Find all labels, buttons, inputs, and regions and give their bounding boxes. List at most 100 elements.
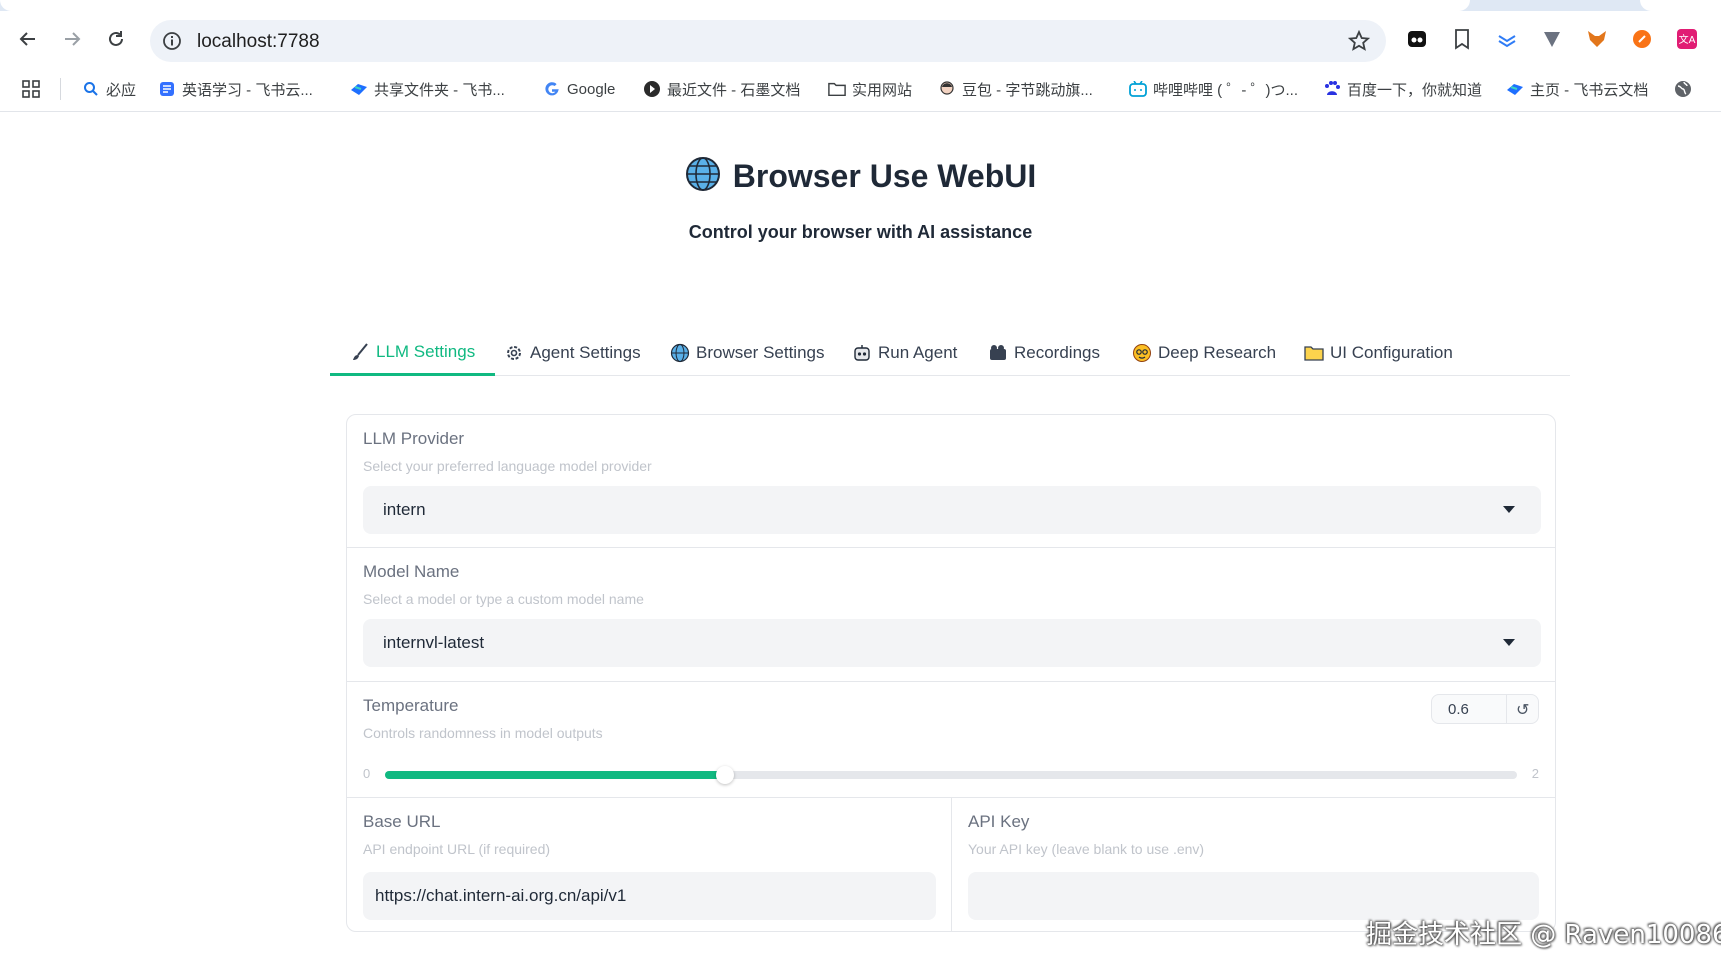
tab-label: Run Agent bbox=[878, 343, 958, 362]
bookmark-label: 必应 bbox=[106, 81, 137, 99]
bookmark-item[interactable]: 百度一下，你就知道 bbox=[1323, 77, 1482, 101]
bookmark-icon[interactable] bbox=[1450, 27, 1474, 51]
base-url-label: Base URL bbox=[363, 812, 441, 831]
gear-icon bbox=[504, 343, 524, 363]
api-key-input[interactable] bbox=[968, 872, 1539, 920]
bookmark-label: 豆包 - 字节跳动旗... bbox=[962, 81, 1093, 99]
bookmark-item[interactable]: 实用网站 bbox=[828, 77, 912, 101]
extension-layers-icon[interactable] bbox=[1495, 27, 1519, 51]
browser-tab[interactable] bbox=[1640, 0, 1721, 11]
bookmark-overflow[interactable] bbox=[1674, 77, 1692, 101]
tab-browser-settings[interactable]: Browser Settings bbox=[650, 330, 845, 376]
model-name-dropdown[interactable]: internvl-latest bbox=[363, 619, 1541, 667]
nerd-face-icon bbox=[1132, 343, 1152, 363]
llm-provider-label: LLM Provider bbox=[363, 429, 465, 448]
base-url-description: API endpoint URL (if required) bbox=[363, 841, 551, 857]
model-name-block: Model Name Select a model or type a cust… bbox=[347, 548, 1555, 682]
tab-agent-settings[interactable]: Agent Settings bbox=[484, 330, 661, 376]
feishu-icon bbox=[350, 80, 368, 98]
temperature-description: Controls randomness in model outputs bbox=[363, 725, 603, 741]
slider-max-label: 2 bbox=[1531, 766, 1539, 781]
arrow-right-icon bbox=[65, 32, 81, 46]
api-key-description: Your API key (leave blank to use .env) bbox=[968, 841, 1205, 857]
model-name-value: internvl-latest bbox=[383, 633, 485, 652]
bookmark-item[interactable]: 哔哩哔哩 ( ゜- ゜)つ... bbox=[1129, 77, 1298, 101]
star-icon[interactable] bbox=[1347, 29, 1371, 57]
tab-run-agent[interactable]: Run Agent bbox=[832, 330, 977, 376]
apps-button[interactable] bbox=[22, 77, 40, 101]
slider-thumb[interactable] bbox=[716, 766, 734, 784]
tab-deep-research[interactable]: Deep Research bbox=[1112, 330, 1296, 376]
temperature-slider[interactable] bbox=[385, 766, 1517, 784]
bookmark-item[interactable]: 最近文件 - 石墨文档 bbox=[643, 77, 800, 101]
svg-text:文A: 文A bbox=[1679, 33, 1696, 46]
tab-recordings[interactable]: Recordings bbox=[968, 330, 1120, 376]
arrow-left-icon bbox=[19, 32, 35, 46]
tab-label: Browser Settings bbox=[696, 343, 825, 362]
bookmark-item[interactable]: Google bbox=[543, 77, 615, 101]
bookmarks-bar: 必应 英语学习 - 飞书云... 共享文件夹 - 飞书... Google 最近… bbox=[0, 67, 1721, 112]
temperature-number-input[interactable]: 0.6 ↺ bbox=[1431, 694, 1539, 724]
bookmark-item[interactable]: 主页 - 飞书云文档 bbox=[1506, 77, 1648, 101]
search-icon bbox=[82, 80, 100, 98]
extension-translate-icon[interactable]: 文A bbox=[1675, 27, 1699, 51]
slider-min-label: 0 bbox=[363, 766, 371, 781]
shimo-icon bbox=[643, 80, 661, 98]
bookmark-label: 主页 - 飞书云文档 bbox=[1530, 81, 1649, 99]
bookmark-label: 英语学习 - 飞书云... bbox=[182, 81, 313, 99]
baidu-icon bbox=[1323, 80, 1341, 98]
tab-label: LLM Settings bbox=[376, 341, 476, 361]
feishu-icon bbox=[1506, 80, 1524, 98]
reset-icon[interactable]: ↺ bbox=[1516, 700, 1529, 720]
bookmark-item[interactable]: 英语学习 - 飞书云... bbox=[158, 77, 313, 101]
llm-provider-description: Select your preferred language model pro… bbox=[363, 458, 652, 474]
llm-provider-dropdown[interactable]: intern bbox=[363, 486, 1541, 534]
address-bar[interactable]: localhost:7788 bbox=[150, 20, 1386, 62]
bookmark-label: 百度一下，你就知道 bbox=[1347, 81, 1483, 99]
temperature-label: Temperature bbox=[363, 696, 459, 715]
endpoint-block: Base URL API endpoint URL (if required) … bbox=[347, 798, 1555, 932]
llm-provider-block: LLM Provider Select your preferred langu… bbox=[347, 415, 1555, 548]
bookmark-item[interactable]: 豆包 - 字节跳动旗... bbox=[938, 77, 1093, 101]
reload-icon bbox=[109, 31, 123, 46]
browser-toolbar: localhost:7788 文A bbox=[0, 11, 1721, 67]
bookmark-label: 最近文件 - 石墨文档 bbox=[667, 81, 801, 99]
tab-label: Recordings bbox=[1014, 343, 1100, 362]
bookmarks-divider bbox=[60, 78, 61, 100]
extension-v-icon[interactable] bbox=[1540, 27, 1564, 51]
bookmark-item[interactable]: 必应 bbox=[82, 77, 136, 101]
back-button[interactable] bbox=[14, 25, 42, 53]
google-icon bbox=[543, 80, 561, 98]
base-url-input[interactable]: https://chat.intern-ai.org.cn/api/v1 bbox=[363, 872, 936, 920]
chevron-down-icon bbox=[1503, 506, 1515, 513]
tab-llm-settings[interactable]: LLM Settings bbox=[330, 330, 496, 376]
url-text[interactable]: localhost:7788 bbox=[197, 31, 320, 53]
brush-icon bbox=[350, 342, 370, 362]
page-title: Browser Use WebUI bbox=[732, 158, 1037, 194]
folder-icon bbox=[1304, 343, 1324, 363]
extension-orange-icon[interactable] bbox=[1630, 27, 1654, 51]
temperature-value[interactable]: 0.6 bbox=[1448, 701, 1469, 718]
reload-button[interactable] bbox=[102, 25, 130, 53]
bookmark-label: 共享文件夹 - 飞书... bbox=[374, 81, 505, 99]
apps-grid-icon bbox=[22, 80, 40, 98]
page-subtitle: Control your browser with AI assistance bbox=[688, 222, 1033, 242]
browser-active-tab[interactable] bbox=[0, 0, 1470, 11]
tab-ui-configuration[interactable]: UI Configuration bbox=[1284, 330, 1473, 376]
doubao-icon bbox=[938, 80, 956, 98]
api-key-block: API Key Your API key (leave blank to use… bbox=[952, 798, 1555, 932]
base-url-value: https://chat.intern-ai.org.cn/api/v1 bbox=[375, 886, 627, 905]
globe-icon bbox=[670, 343, 690, 363]
llm-settings-panel: LLM Provider Select your preferred langu… bbox=[346, 414, 1556, 932]
site-info-icon[interactable] bbox=[162, 31, 182, 56]
globe-icon bbox=[685, 156, 721, 197]
bookmark-label: Google bbox=[567, 80, 616, 98]
bookmark-label: 实用网站 bbox=[852, 81, 913, 99]
camera-icon bbox=[988, 343, 1008, 363]
forward-button[interactable] bbox=[58, 25, 86, 53]
model-name-description: Select a model or type a custom model na… bbox=[363, 591, 644, 607]
bookmark-item[interactable]: 共享文件夹 - 飞书... bbox=[350, 77, 505, 101]
doc-icon bbox=[158, 80, 176, 98]
extension-mask-icon[interactable] bbox=[1405, 27, 1429, 51]
extension-fox-icon[interactable] bbox=[1585, 27, 1609, 51]
